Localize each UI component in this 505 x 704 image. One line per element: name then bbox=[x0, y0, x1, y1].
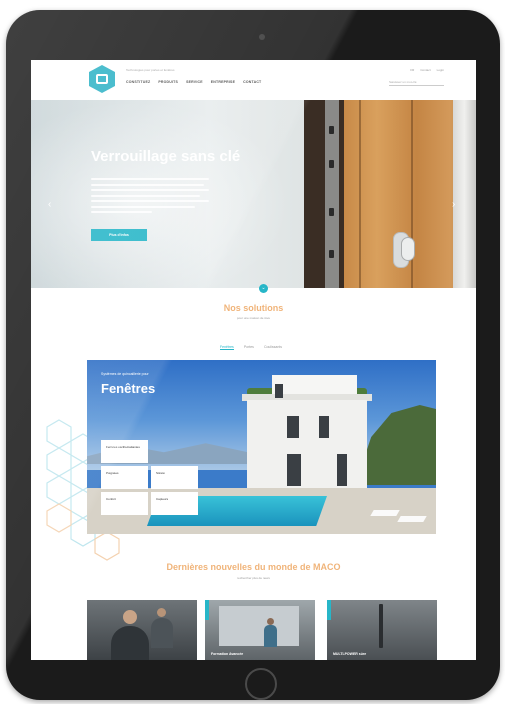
news-card-3[interactable]: MULTI-POWER sûre bbox=[327, 600, 437, 660]
nav-item-contact[interactable]: CONTACT bbox=[243, 80, 261, 84]
windows-solution-card[interactable]: Systèmes de quincaillerie pour Fenêtres … bbox=[87, 360, 436, 534]
lock-slot bbox=[329, 126, 334, 134]
door-frame bbox=[453, 100, 476, 288]
house-window bbox=[337, 454, 347, 486]
news-card-caption: MULTI-POWER sûre bbox=[333, 652, 367, 656]
maco-logo[interactable] bbox=[89, 65, 115, 93]
nav-item-service[interactable]: SERVICE bbox=[186, 80, 203, 84]
tile-ferrures[interactable]: Ferrures oscillo-battantes bbox=[101, 440, 148, 463]
card-accent-bar bbox=[327, 600, 331, 620]
house-window bbox=[287, 454, 301, 486]
person-head bbox=[157, 608, 166, 617]
house-window bbox=[275, 384, 283, 398]
lock-slot bbox=[329, 160, 334, 168]
contact-link[interactable]: Contact bbox=[420, 68, 430, 72]
tile-surete[interactable]: Sûreté bbox=[151, 466, 198, 489]
hero-description bbox=[91, 178, 209, 217]
person-body bbox=[111, 626, 149, 660]
window-panel bbox=[219, 606, 299, 646]
utility-links: FR Contact Login bbox=[410, 68, 444, 72]
tab-fenetres[interactable]: Fenêtres bbox=[220, 345, 234, 350]
nav-item-constituez[interactable]: CONSTITUEZ bbox=[126, 80, 150, 84]
solutions-subtitle: pour une maison de rêve bbox=[236, 316, 271, 320]
page: Technologies pour portes et fenêtres CON… bbox=[0, 0, 505, 704]
slider-prev-icon[interactable]: ‹ bbox=[48, 199, 51, 210]
website-screen: Technologies pour portes et fenêtres CON… bbox=[31, 60, 476, 660]
news-card-2[interactable]: Formation Avancée bbox=[205, 600, 315, 660]
scroll-down-icon[interactable]: ⌄ bbox=[259, 284, 268, 293]
card-title: Fenêtres bbox=[101, 381, 156, 396]
login-link[interactable]: Login bbox=[437, 68, 444, 72]
person-head bbox=[267, 618, 274, 625]
hero-title: Verrouillage sans clé bbox=[91, 148, 241, 165]
door-groove bbox=[359, 100, 361, 288]
header-tagline: Technologies pour portes et fenêtres bbox=[126, 68, 175, 72]
camera bbox=[259, 34, 265, 40]
nav-item-produits[interactable]: PRODUITS bbox=[158, 80, 178, 84]
tile-capteurs[interactable]: Capteurs bbox=[151, 492, 198, 515]
person-head bbox=[123, 610, 137, 624]
news-title: Dernières nouvelles du monde de MACO bbox=[166, 562, 341, 572]
tablet-frame: Technologies pour portes et fenêtres CON… bbox=[6, 10, 500, 700]
lounge-chair bbox=[370, 510, 400, 516]
house-window bbox=[319, 416, 329, 438]
tab-portes[interactable]: Portes bbox=[244, 345, 254, 350]
main-nav: CONSTITUEZ PRODUITS SERVICE ENTREPRISE C… bbox=[126, 80, 261, 84]
house-window bbox=[287, 416, 299, 438]
news-subtitle: rechercher plus de news bbox=[237, 576, 270, 580]
nav-item-entreprise[interactable]: ENTREPRISE bbox=[211, 80, 235, 84]
tile-poignees[interactable]: Poignées bbox=[101, 466, 148, 489]
news-card-caption: Formation Avancée bbox=[211, 652, 244, 656]
person-body bbox=[264, 625, 277, 647]
news-card-1[interactable] bbox=[87, 600, 197, 660]
home-button[interactable] bbox=[245, 668, 277, 700]
hero-slider: Verrouillage sans clé Plus d'infos bbox=[31, 100, 476, 288]
slider-next-icon[interactable]: › bbox=[452, 199, 455, 210]
house bbox=[247, 400, 367, 490]
language-link[interactable]: FR bbox=[410, 68, 414, 72]
site-header: Technologies pour portes et fenêtres CON… bbox=[31, 60, 476, 100]
tab-coulissants[interactable]: Coulissants bbox=[264, 345, 282, 350]
person-body bbox=[151, 618, 173, 648]
solutions-title: Nos solutions bbox=[223, 303, 284, 313]
lock-slot bbox=[329, 250, 334, 258]
door-handle bbox=[401, 237, 415, 261]
lock-bar bbox=[379, 604, 383, 648]
card-accent-bar bbox=[205, 600, 209, 620]
card-label: Systèmes de quincaillerie pour bbox=[101, 372, 149, 376]
lounge-chair bbox=[397, 516, 427, 522]
solutions-tabs: Fenêtres Portes Coulissants bbox=[220, 345, 282, 350]
tile-confort[interactable]: Confort bbox=[101, 492, 148, 515]
hero-more-button[interactable]: Plus d'infos bbox=[91, 229, 147, 241]
lock-slot bbox=[329, 208, 334, 216]
search-input[interactable]: Saisissez un mot-clé bbox=[389, 80, 444, 86]
